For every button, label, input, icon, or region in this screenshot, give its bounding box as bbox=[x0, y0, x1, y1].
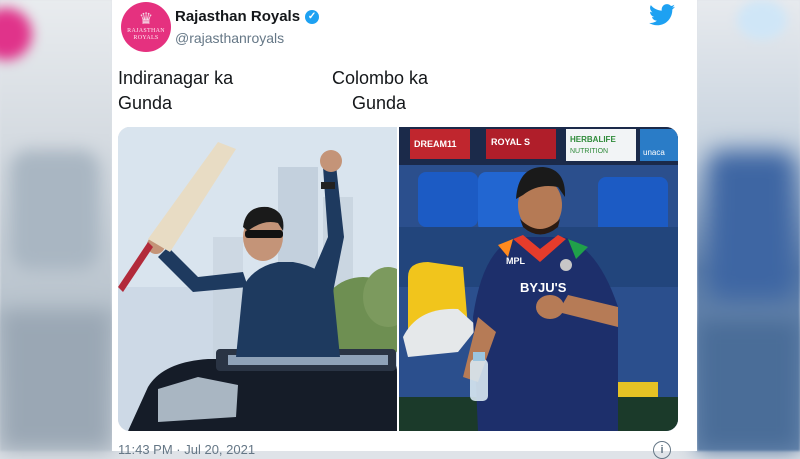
photo-right[interactable]: DREAM11 ROYAL S HERBALIFE NUTRITION unac… bbox=[399, 127, 678, 431]
user-handle[interactable]: @rajasthanroyals bbox=[175, 30, 284, 46]
banner-dream11: DREAM11 bbox=[414, 139, 457, 149]
info-icon[interactable]: i bbox=[653, 441, 671, 459]
display-name[interactable]: Rajasthan Royals bbox=[175, 8, 300, 25]
photo-left[interactable] bbox=[118, 127, 413, 431]
jersey-mpl: MPL bbox=[506, 256, 526, 266]
background-blur-right bbox=[697, 0, 800, 451]
banner-nutrition: NUTRITION bbox=[570, 148, 608, 155]
author-name-row: Rajasthan Royals ✓ bbox=[175, 8, 320, 25]
tweet-media[interactable]: DREAM11 ROYAL S HERBALIFE NUTRITION unac… bbox=[118, 127, 678, 431]
avatar[interactable]: ♛ RAJASTHAN ROYALS bbox=[121, 2, 171, 52]
jersey-byjus: BYJU'S bbox=[520, 280, 567, 295]
banner-herbalife: HERBALIFE bbox=[570, 135, 616, 144]
tweet-card: ♛ RAJASTHAN ROYALS Rajasthan Royals ✓ @ra… bbox=[112, 0, 697, 459]
background-blur-left bbox=[0, 0, 112, 451]
caption-right: Colombo ka Gunda bbox=[332, 68, 429, 113]
avatar-logo-text: RAJASTHAN ROYALS bbox=[127, 28, 165, 41]
tweet-timestamp[interactable]: 11:43 PM · Jul 20, 2021 bbox=[118, 442, 255, 457]
caption-left: Indiranagar ka Gunda bbox=[118, 68, 234, 113]
verified-badge-icon: ✓ bbox=[305, 9, 320, 24]
crest-icon: ♛ bbox=[138, 11, 154, 28]
banner-unacademy: unaca bbox=[643, 148, 665, 157]
twitter-bird-icon[interactable] bbox=[649, 4, 675, 26]
banner-royal: ROYAL S bbox=[491, 137, 530, 147]
